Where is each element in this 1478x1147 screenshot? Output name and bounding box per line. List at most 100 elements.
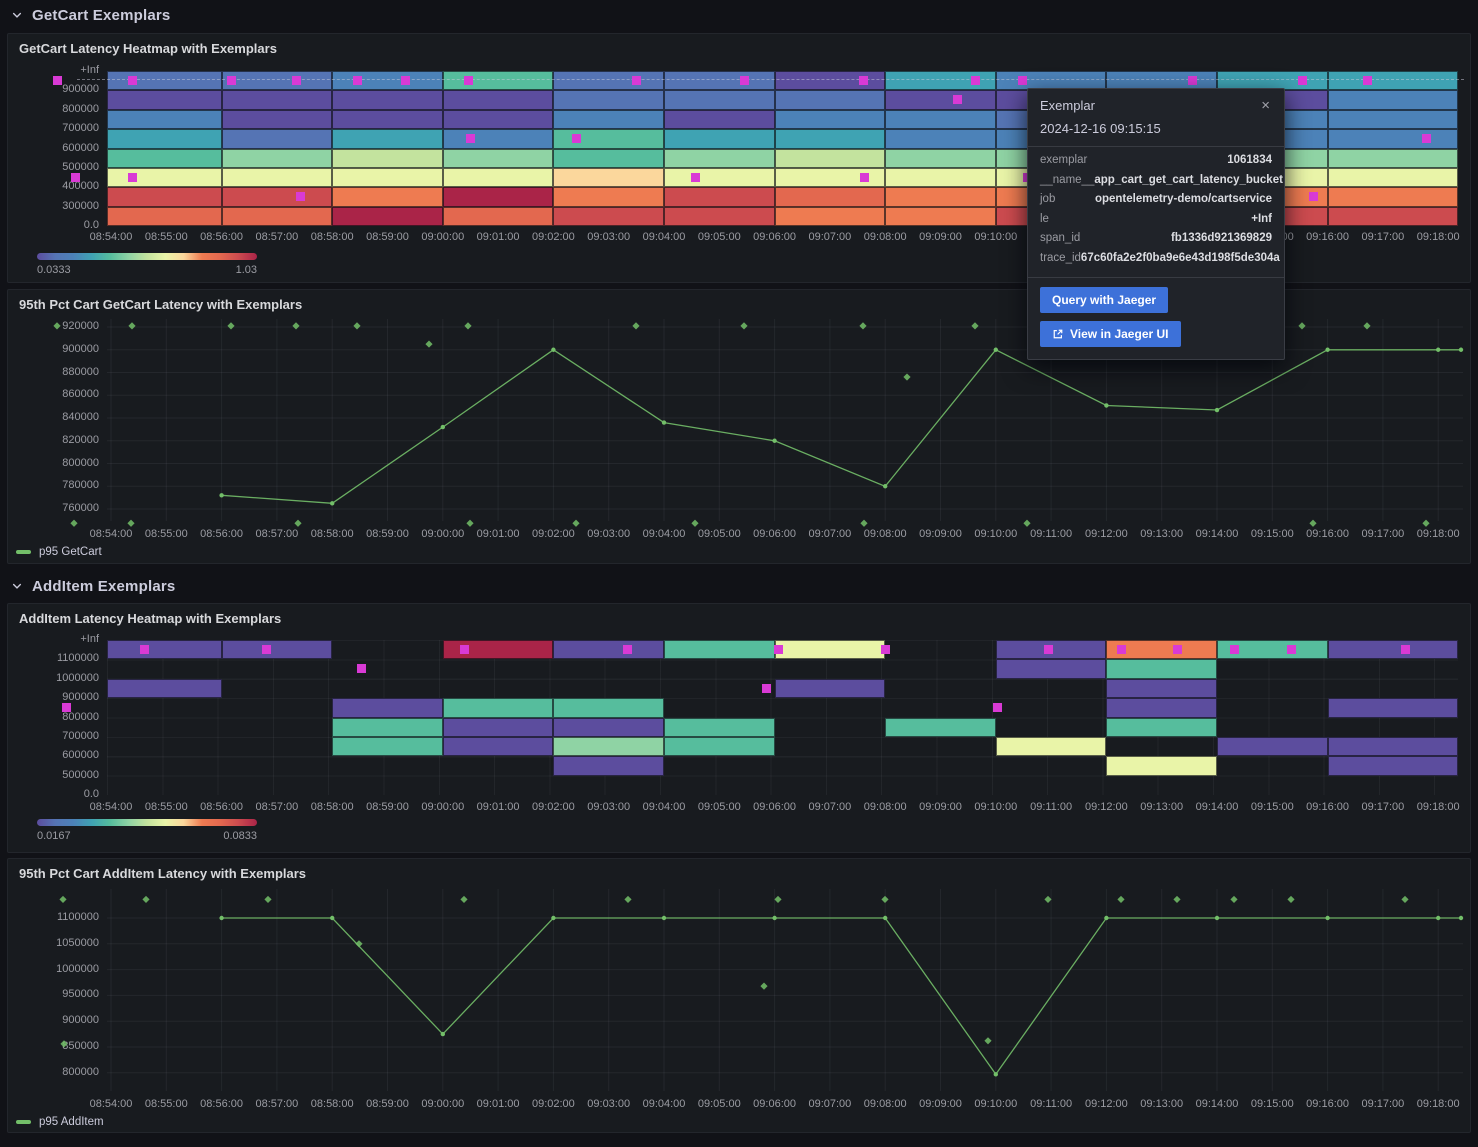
heatmap-cell[interactable] [332,187,443,206]
heatmap-cell[interactable] [885,90,996,109]
exemplar-marker[interactable] [971,76,980,85]
heatmap-cell[interactable] [107,90,222,109]
heatmap-cell[interactable] [332,168,443,187]
heatmap-cell[interactable] [553,207,664,226]
heatmap-cell[interactable] [443,737,554,756]
exemplar-marker[interactable] [860,173,869,182]
heatmap-cell[interactable] [1328,90,1458,109]
exemplar-marker[interactable] [1117,645,1126,654]
heatmap-cell[interactable] [553,110,664,129]
heatmap-cell[interactable] [553,149,664,168]
heatmap-cell[interactable] [664,168,775,187]
heatmap-cell[interactable] [332,737,443,756]
exemplar-marker[interactable] [881,645,890,654]
exemplar-marker[interactable] [953,95,962,104]
heatmap-cell[interactable] [553,90,664,109]
heatmap-cell[interactable] [1328,207,1458,226]
exemplar-marker[interactable] [140,645,149,654]
exemplar-marker[interactable] [1173,645,1182,654]
heatmap-cell[interactable] [1328,640,1458,659]
heatmap-cell[interactable] [107,129,222,148]
heatmap-cell[interactable] [1106,659,1217,678]
exemplar-marker[interactable] [691,173,700,182]
heatmap-cell[interactable] [664,207,775,226]
heatmap-cell[interactable] [1328,168,1458,187]
heatmap-cell[interactable] [775,187,886,206]
heatmap-cell[interactable] [885,718,996,737]
heatmap-cell[interactable] [553,718,664,737]
series-legend-label[interactable]: p95 GetCart [39,546,102,558]
exemplar-marker[interactable] [572,134,581,143]
exemplar-marker[interactable] [460,645,469,654]
exemplar-marker[interactable] [632,76,641,85]
heatmap-cell[interactable] [775,90,886,109]
section-row-additem[interactable]: AddItem Exemplars [0,571,1478,601]
heatmap-cell[interactable] [1106,679,1217,698]
heatmap-cell[interactable] [222,168,333,187]
heatmap-cell[interactable] [443,718,554,737]
heatmap-cell[interactable] [553,129,664,148]
section-title[interactable]: GetCart Exemplars [32,7,170,24]
exemplar-marker[interactable] [1363,76,1372,85]
heatmap-cell[interactable] [443,207,554,226]
heatmap-cell[interactable] [1328,698,1458,717]
heatmap-cell[interactable] [885,168,996,187]
heatmap-cell[interactable] [443,71,554,90]
heatmap-cell[interactable] [664,149,775,168]
heatmap-cell[interactable] [996,737,1107,756]
exemplar-marker[interactable] [1188,76,1197,85]
heatmap-cell[interactable] [1328,756,1458,775]
heatmap-cell[interactable] [885,110,996,129]
heatmap-cell[interactable] [222,90,333,109]
heatmap-cell[interactable] [107,187,222,206]
exemplar-marker[interactable] [762,684,771,693]
heatmap-cell[interactable] [443,168,554,187]
exemplar-marker[interactable] [357,664,366,673]
heatmap-cell[interactable] [443,187,554,206]
heatmap-cell[interactable] [996,659,1107,678]
heatmap-cell[interactable] [443,129,554,148]
heatmap-cell[interactable] [222,149,333,168]
heatmap-cell[interactable] [107,168,222,187]
section-title[interactable]: AddItem Exemplars [32,578,175,595]
heatmap-cell[interactable] [775,640,886,659]
heatmap-cell[interactable] [1328,129,1458,148]
heatmap-cell[interactable] [885,149,996,168]
exemplar-marker[interactable] [993,703,1002,712]
heatmap-cell[interactable] [443,110,554,129]
heatmap-cell[interactable] [1328,149,1458,168]
heatmap-cell[interactable] [664,90,775,109]
exemplar-marker[interactable] [71,173,80,182]
exemplar-marker[interactable] [227,76,236,85]
heatmap-cell[interactable] [222,110,333,129]
additem-heatmap[interactable] [107,640,1458,795]
heatmap-cell[interactable] [553,756,664,775]
exemplar-marker[interactable] [859,76,868,85]
heatmap-cell[interactable] [222,129,333,148]
heatmap-cell[interactable] [107,149,222,168]
heatmap-cell[interactable] [1328,187,1458,206]
series-legend-label[interactable]: p95 AddItem [39,1116,104,1128]
heatmap-cell[interactable] [443,90,554,109]
exemplar-marker[interactable] [128,173,137,182]
heatmap-cell[interactable] [664,640,775,659]
heatmap-cell[interactable] [1106,718,1217,737]
heatmap-cell[interactable] [775,129,886,148]
exemplar-marker[interactable] [262,645,271,654]
heatmap-cell[interactable] [553,698,664,717]
heatmap-cell[interactable] [664,110,775,129]
heatmap-cell[interactable] [885,207,996,226]
series-legend[interactable]: p95 GetCart [16,546,102,558]
heatmap-cell[interactable] [332,207,443,226]
heatmap-cell[interactable] [664,71,775,90]
heatmap-cell[interactable] [553,187,664,206]
heatmap-cell[interactable] [553,168,664,187]
exemplar-marker[interactable] [292,76,301,85]
exemplar-marker[interactable] [740,76,749,85]
close-icon[interactable]: × [1259,98,1272,114]
heatmap-cell[interactable] [1217,737,1328,756]
exemplar-marker[interactable] [1044,645,1053,654]
heatmap-cell[interactable] [332,718,443,737]
exemplar-marker[interactable] [353,76,362,85]
exemplar-marker[interactable] [623,645,632,654]
